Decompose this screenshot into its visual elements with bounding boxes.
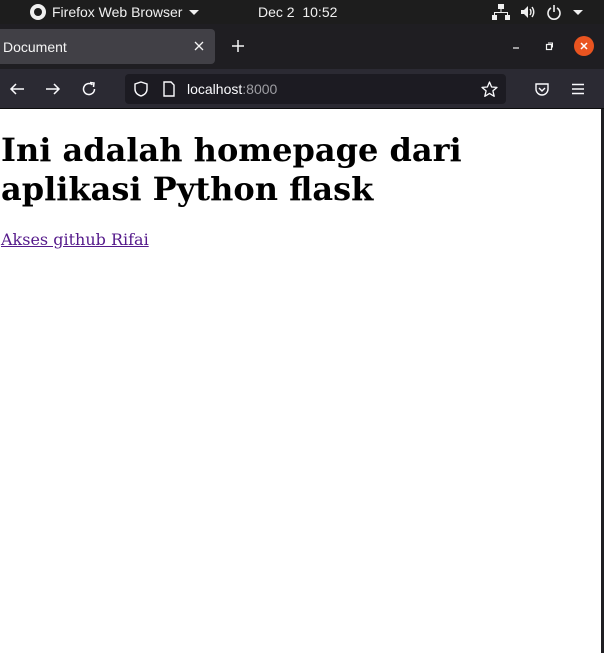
- reload-icon: [82, 81, 96, 96]
- volume-icon: [521, 6, 535, 18]
- tab-title: Document: [3, 38, 67, 55]
- page-content: Ini adalah homepage dari aplikasi Python…: [0, 110, 601, 653]
- navigation-toolbar: localhost:8000: [0, 69, 604, 109]
- new-tab-icon[interactable]: [228, 36, 248, 56]
- firefox-icon: [30, 4, 46, 20]
- shield-icon[interactable]: [133, 81, 149, 97]
- url-text[interactable]: localhost:8000: [187, 80, 277, 98]
- url-port: :8000: [242, 81, 278, 97]
- tab-document[interactable]: Document: [0, 29, 215, 64]
- hamburger-menu-icon: [572, 83, 584, 95]
- app-name-label: Firefox Web Browser: [52, 4, 183, 20]
- forward-button[interactable]: [41, 77, 65, 101]
- caret-down-icon: [189, 9, 200, 15]
- url-bar[interactable]: localhost:8000: [125, 74, 506, 104]
- arrow-left-icon: [9, 83, 24, 95]
- app-menu-button[interactable]: [566, 77, 590, 101]
- github-link[interactable]: Akses github Rifai: [1, 230, 149, 250]
- pocket-icon: [535, 83, 549, 96]
- arrow-right-icon: [46, 83, 61, 95]
- window-close-icon[interactable]: [574, 36, 594, 56]
- pocket-button[interactable]: [530, 77, 554, 101]
- power-icon: [547, 5, 561, 20]
- bookmark-star-icon[interactable]: [481, 81, 498, 98]
- page-heading: Ini adalah homepage dari aplikasi Python…: [1, 131, 462, 208]
- reload-button[interactable]: [77, 77, 101, 101]
- url-host: localhost: [187, 81, 243, 97]
- tab-close-icon[interactable]: [192, 39, 206, 53]
- system-tray[interactable]: [492, 0, 584, 24]
- back-button[interactable]: [5, 77, 29, 101]
- tab-bar: Document: [0, 24, 604, 69]
- page-icon[interactable]: [162, 81, 176, 97]
- app-menu[interactable]: Firefox Web Browser: [30, 0, 200, 24]
- restore-icon[interactable]: [539, 36, 559, 56]
- system-top-bar: Firefox Web Browser Dec 2 10:52: [0, 0, 604, 24]
- minimize-icon[interactable]: [506, 36, 526, 56]
- chevron-down-icon: [573, 10, 583, 15]
- network-icon: [492, 4, 510, 20]
- clock[interactable]: Dec 2 10:52: [258, 0, 337, 24]
